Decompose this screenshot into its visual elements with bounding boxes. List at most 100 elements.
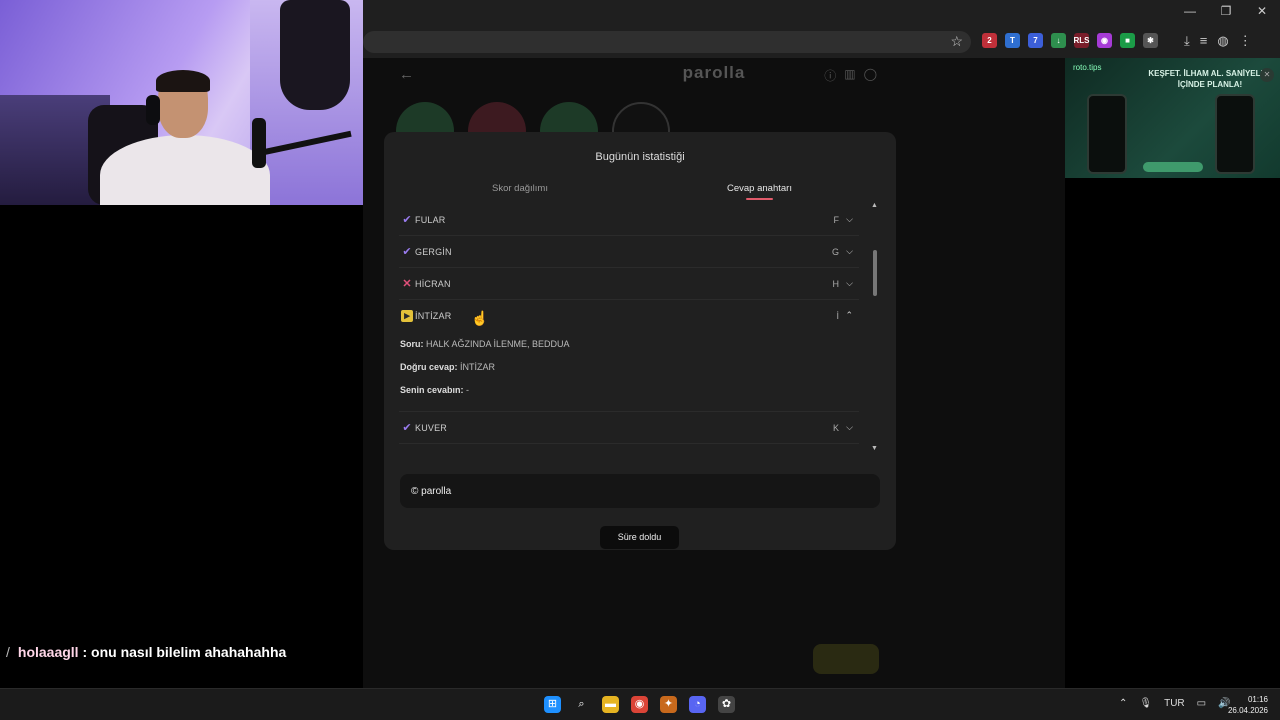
chat-text: : onu nasıl bilelim ahahahahha xyxy=(82,644,287,660)
site-header: ← parolla ⓘ ▥ ◯ xyxy=(363,58,1065,94)
file-explorer-icon[interactable]: ▬ xyxy=(602,696,619,713)
chrome-icon[interactable]: ◉ xyxy=(631,696,648,713)
chat-slash-icon: / xyxy=(6,644,10,660)
site-brand: parolla xyxy=(682,63,746,82)
restore-button[interactable]: ❐ xyxy=(1218,4,1234,18)
stats-modal: Bugünün istatistiği Skor dağılımı Cevap … xyxy=(384,132,896,550)
webcam-coat xyxy=(280,0,350,110)
webcam-person-body xyxy=(100,135,270,205)
taskbar-apps: ⊞ ⌕ ▬ ◉ ✦ ◔ ✿ xyxy=(544,696,735,713)
answer-row[interactable]: ✔ KUVER K ⌵ xyxy=(399,412,859,444)
answer-detail: Soru: HALK AĞZINDA İLENME, BEDDUA Doğru … xyxy=(399,332,859,412)
ext-2-icon[interactable]: T xyxy=(1005,33,1020,48)
chevron-down-icon[interactable]: ⌵ xyxy=(846,246,853,257)
question-label: Soru: xyxy=(400,339,424,349)
ad-button[interactable] xyxy=(1143,162,1203,172)
answer-row[interactable]: ✔ GERGİN G ⌵ xyxy=(399,236,859,268)
list-scrollbar[interactable]: ▲ ▼ xyxy=(870,202,880,452)
language-indicator[interactable]: TUR xyxy=(1164,698,1185,709)
chevron-down-icon[interactable]: ⌵ xyxy=(846,214,853,225)
profile-avatar[interactable]: ◍ xyxy=(1217,33,1228,49)
answer-submit-button[interactable] xyxy=(813,644,879,674)
bookmark-star-icon[interactable]: ☆ xyxy=(950,33,963,50)
search-icon[interactable]: ⌕ xyxy=(573,696,590,713)
fl-studio-icon[interactable]: ✦ xyxy=(660,696,677,713)
close-window-button[interactable]: ✕ xyxy=(1254,4,1270,18)
time-up-button[interactable]: Süre doldu xyxy=(600,526,679,549)
ad-phone-image xyxy=(1087,94,1127,174)
answer-row[interactable]: ✕ HİCRAN H ⌵ xyxy=(399,268,859,300)
clock-date: 26.04.2026 xyxy=(1227,706,1268,715)
check-icon: ✔ xyxy=(402,214,412,226)
ad-close-icon[interactable]: ✕ xyxy=(1260,68,1274,82)
answer-row-expanded[interactable]: ▸ İNTİZAR İ ⌃ xyxy=(399,300,859,332)
ext-1-icon[interactable]: 2 xyxy=(982,33,997,48)
chat-username: holaaagll xyxy=(17,644,79,660)
ext-3-icon[interactable]: 7 xyxy=(1028,33,1043,48)
ext-4-icon[interactable]: ↓ xyxy=(1051,33,1066,48)
chevron-down-icon[interactable]: ⌵ xyxy=(846,422,853,433)
answer-word: FULAR xyxy=(415,215,446,225)
ext-7-icon[interactable]: ■ xyxy=(1120,33,1135,48)
address-bar[interactable]: ☆ xyxy=(363,31,971,53)
answer-letter: K xyxy=(832,423,839,433)
webcam-overlay xyxy=(0,0,363,205)
windows-start-icon[interactable]: ⊞ xyxy=(544,696,561,713)
active-tab-indicator xyxy=(746,198,773,200)
answer-input[interactable] xyxy=(399,646,839,674)
windows-taskbar: ⊞ ⌕ ▬ ◉ ✦ ◔ ✿ ⌃ 🎙 TUR ▭ 🔊 01:16 26.04.2026 xyxy=(0,688,1280,720)
advertisement[interactable]: roto.tips KEŞFET. İLHAM AL. SANİYELER İÇ… xyxy=(1065,58,1280,178)
monitor-icon[interactable]: ▭ xyxy=(1197,698,1206,709)
your-answer-label: Senin cevabın: xyxy=(400,385,464,395)
webcam-headset xyxy=(146,95,160,125)
answer-letter: H xyxy=(832,279,840,289)
tray-chevron-icon[interactable]: ⌃ xyxy=(1119,698,1127,709)
profile-icon[interactable]: ◯ xyxy=(864,67,877,84)
minimize-button[interactable]: — xyxy=(1182,4,1198,18)
answer-letter: G xyxy=(831,247,839,257)
correct-answer-text: İNTİZAR xyxy=(460,362,496,372)
scrollbar-thumb[interactable] xyxy=(873,250,877,296)
answer-word: İNTİZAR xyxy=(415,311,452,321)
cross-icon: ✕ xyxy=(402,278,412,290)
system-clock[interactable]: 01:16 26.04.2026 xyxy=(1228,694,1268,716)
reading-list-icon[interactable]: ≡ xyxy=(1200,33,1208,49)
tab-score-distribution[interactable]: Skor dağılımı xyxy=(492,183,548,194)
extensions-bar: 2 T 7 ↓ RLS ◉ ■ ✱ xyxy=(982,33,1158,48)
check-icon: ✔ xyxy=(402,246,412,258)
answer-row[interactable]: ✔ FULAR F ⌵ xyxy=(399,204,859,236)
chevron-up-icon[interactable]: ⌃ xyxy=(845,310,853,321)
answer-word: KUVER xyxy=(415,423,448,433)
correct-answer-label: Doğru cevap: xyxy=(400,362,458,372)
webcam-person-hair xyxy=(156,70,210,92)
stats-icon[interactable]: ▥ xyxy=(844,67,855,84)
copyright-text: © parolla xyxy=(411,486,452,497)
browser-menu-icon[interactable]: ⋮ xyxy=(1239,33,1252,49)
scroll-down-icon[interactable]: ▼ xyxy=(871,445,878,452)
app-icon[interactable]: ✿ xyxy=(718,696,735,713)
downloads-icon[interactable]: ⤓ xyxy=(1184,33,1190,49)
screen: — ❐ ✕ ☆ 2 T 7 ↓ RLS ◉ ■ ✱ ⤓ ≡ ◍ ⋮ ← parolla ⓘ ▥… xyxy=(0,0,1280,720)
ext-6-icon[interactable]: ◉ xyxy=(1097,33,1112,48)
mouse-cursor-icon: ☝ xyxy=(471,310,489,326)
check-icon: ✔ xyxy=(402,422,412,434)
ext-8-icon[interactable]: ✱ xyxy=(1143,33,1158,48)
answer-word: GERGİN xyxy=(415,247,452,257)
answer-key-list: ✔ FULAR F ⌵ ✔ GERGİN G ⌵ ✕ HİCRAN H ⌵ ▸ … xyxy=(399,204,859,452)
ext-5-icon[interactable]: RLS xyxy=(1074,33,1090,48)
scroll-up-icon[interactable]: ▲ xyxy=(871,202,878,209)
chevron-down-icon[interactable]: ⌵ xyxy=(846,278,853,289)
ad-phone-image xyxy=(1215,94,1255,174)
clock-time: 01:16 xyxy=(1247,695,1268,704)
info-icon[interactable]: ⓘ xyxy=(824,67,836,84)
microphone-icon[interactable]: 🎙 xyxy=(1139,698,1152,709)
answer-letter: F xyxy=(833,215,840,225)
ad-label: roto.tips xyxy=(1073,63,1102,72)
tab-answer-key[interactable]: Cevap anahtarı xyxy=(727,183,792,194)
browser-tools: ⤓ ≡ ◍ ⋮ xyxy=(1184,33,1252,49)
modal-title: Bugünün istatistiği xyxy=(595,151,685,163)
discord-icon[interactable]: ◔ xyxy=(689,696,706,713)
answer-letter: İ xyxy=(836,311,839,321)
header-icons: ⓘ ▥ ◯ xyxy=(824,67,877,84)
ad-headline: KEŞFET. İLHAM AL. SANİYELER İÇİNDE PLANL… xyxy=(1148,69,1272,89)
